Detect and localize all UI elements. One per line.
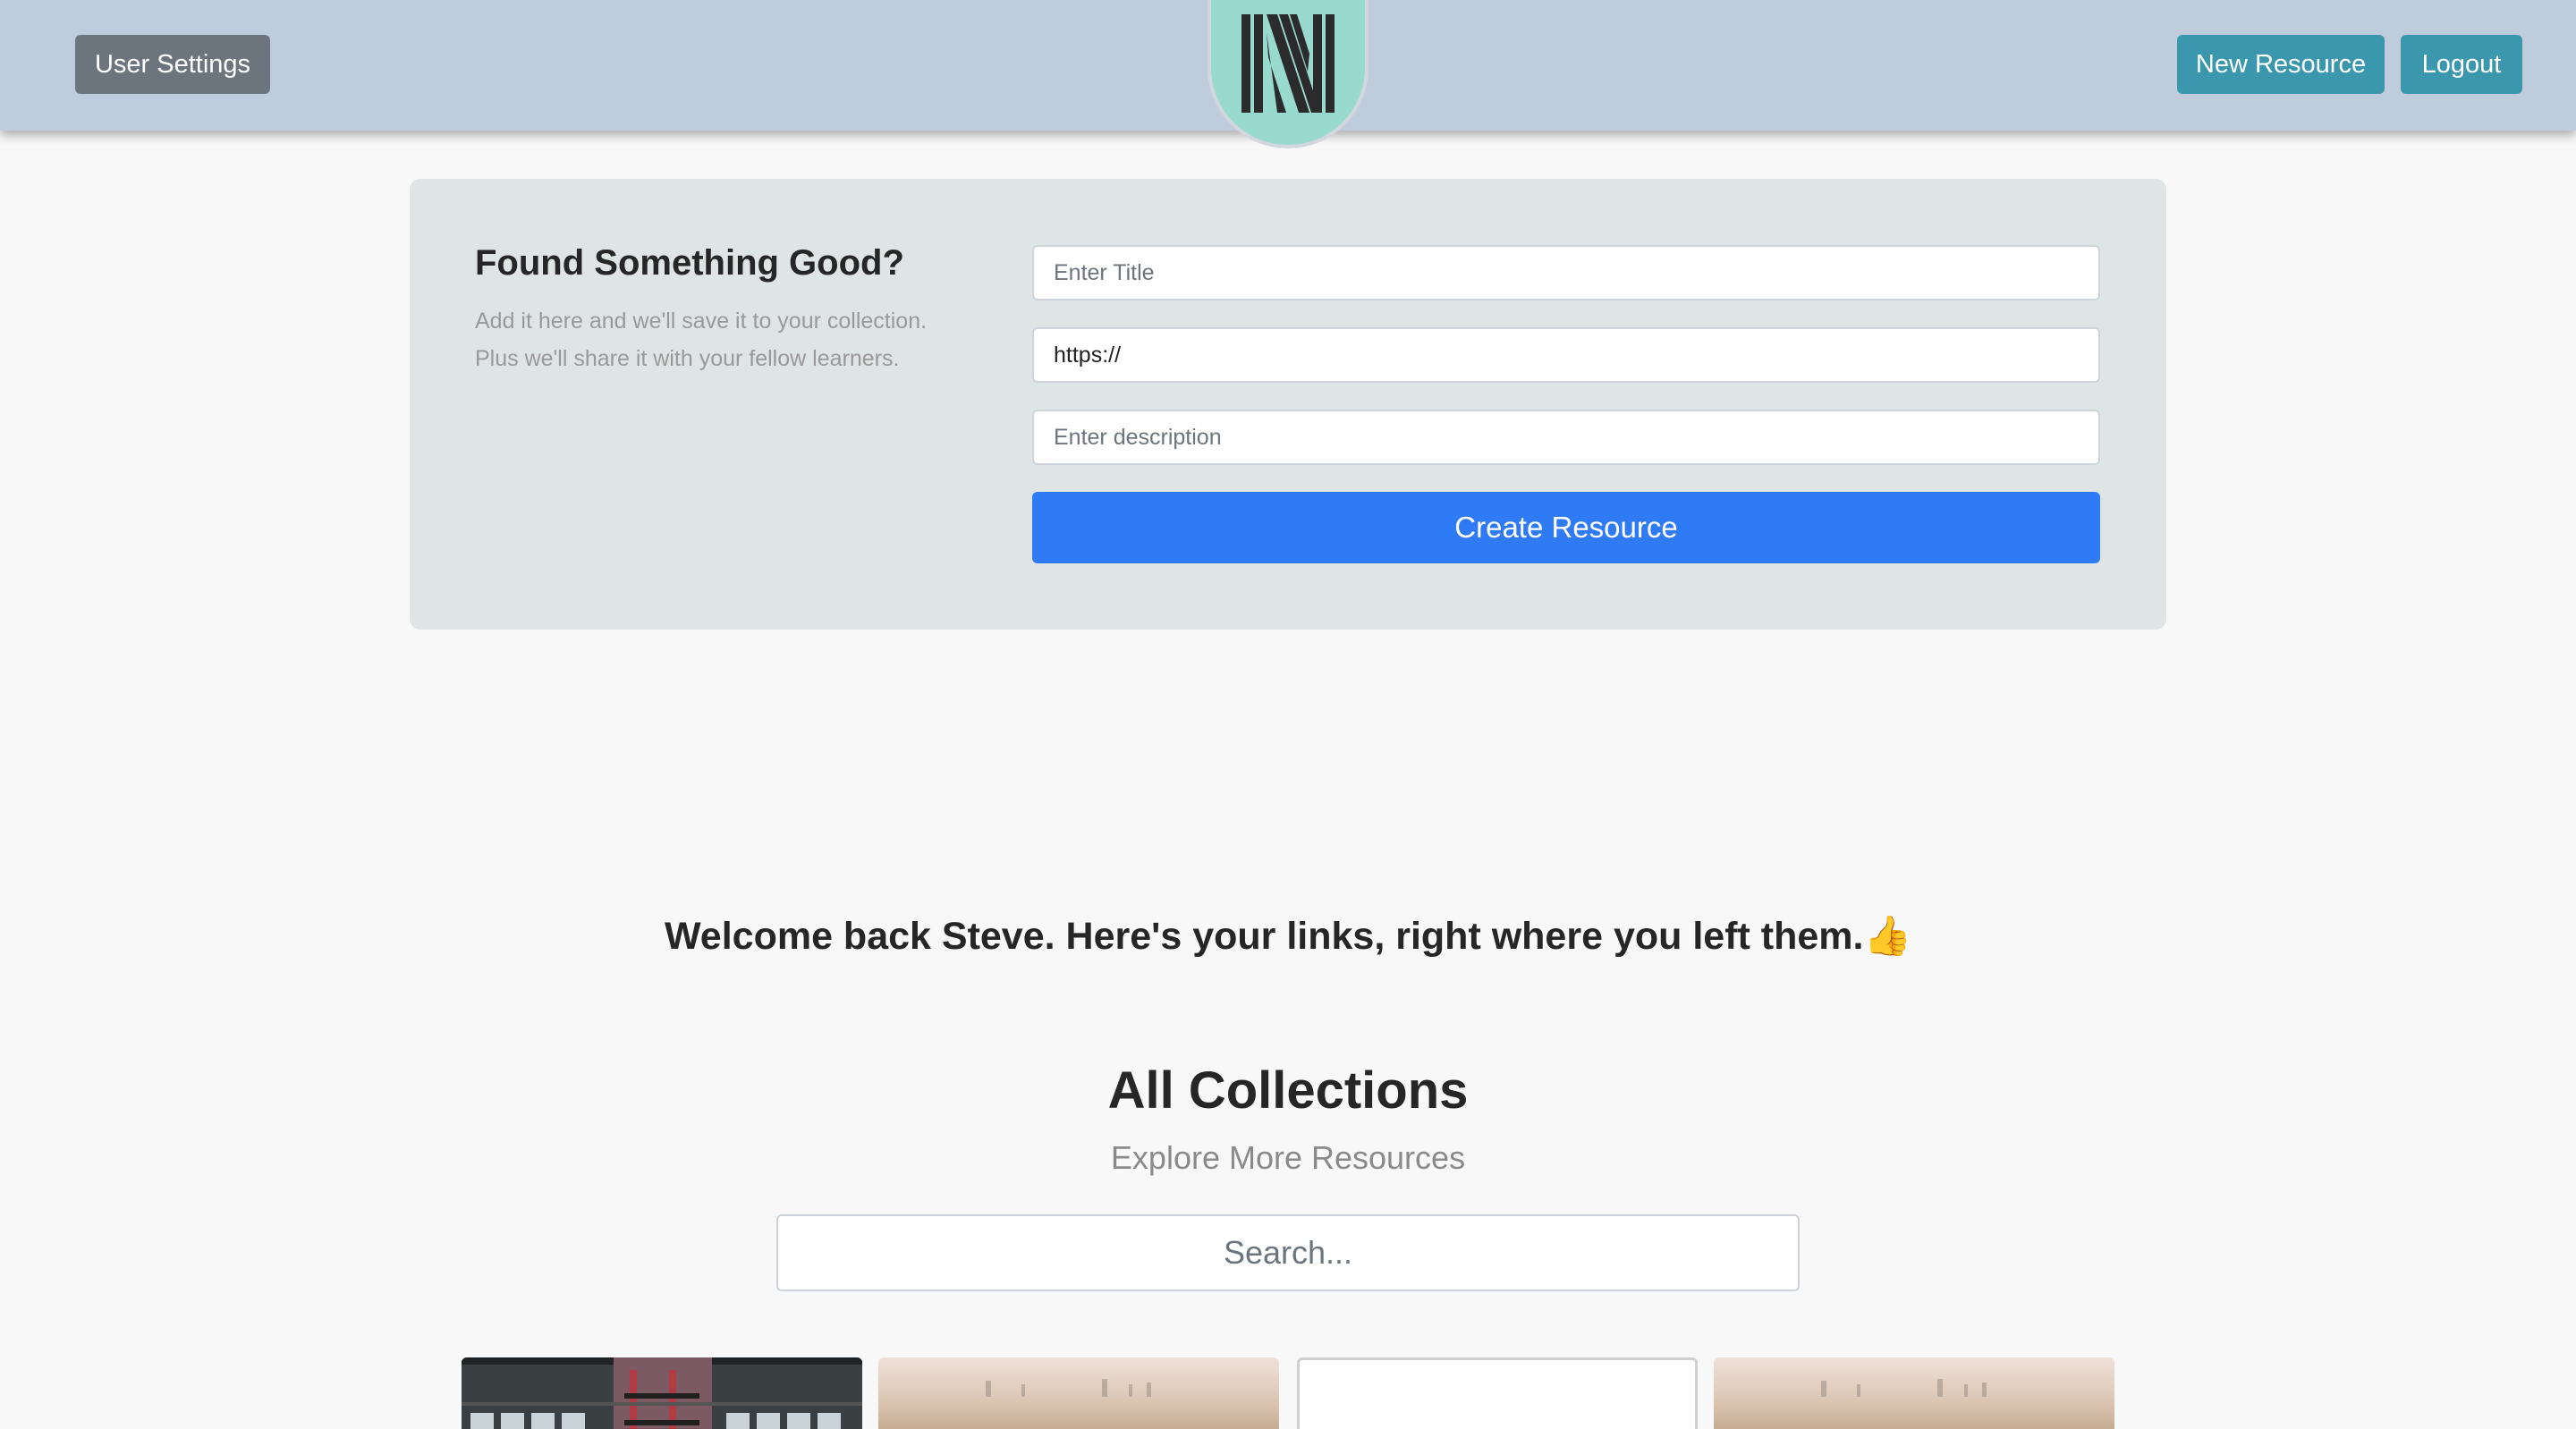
collections-subtitle: Explore More Resources xyxy=(1110,1139,1466,1176)
url-input[interactable] xyxy=(1032,327,2100,383)
new-resource-button[interactable]: New Resource xyxy=(2177,35,2385,94)
landscape-image xyxy=(986,1379,1151,1397)
add-resource-card: Found Something Good? Add it here and we… xyxy=(410,179,2166,630)
building-image xyxy=(462,1357,862,1429)
collections-title: All Collections xyxy=(1107,1061,1469,1120)
description-input[interactable] xyxy=(1032,410,2100,465)
landscape-image xyxy=(1821,1379,1987,1397)
collection-card[interactable] xyxy=(878,1357,1279,1429)
welcome-message: Welcome back Steve. Here's your links, r… xyxy=(664,915,1911,958)
add-resource-description: Add it here and we'll save it to your co… xyxy=(475,309,928,371)
collection-card[interactable] xyxy=(1714,1357,2114,1429)
add-resource-heading: Found Something Good? xyxy=(475,243,904,283)
logout-button[interactable]: Logout xyxy=(2401,35,2522,94)
collection-card[interactable] xyxy=(1297,1357,1698,1429)
user-settings-button[interactable]: User Settings xyxy=(75,35,270,94)
title-input[interactable] xyxy=(1032,245,2100,300)
logo-n-icon xyxy=(1241,14,1335,113)
search-input[interactable] xyxy=(776,1214,1800,1291)
create-resource-button[interactable]: Create Resource xyxy=(1032,492,2100,563)
collection-card[interactable] xyxy=(462,1357,862,1429)
